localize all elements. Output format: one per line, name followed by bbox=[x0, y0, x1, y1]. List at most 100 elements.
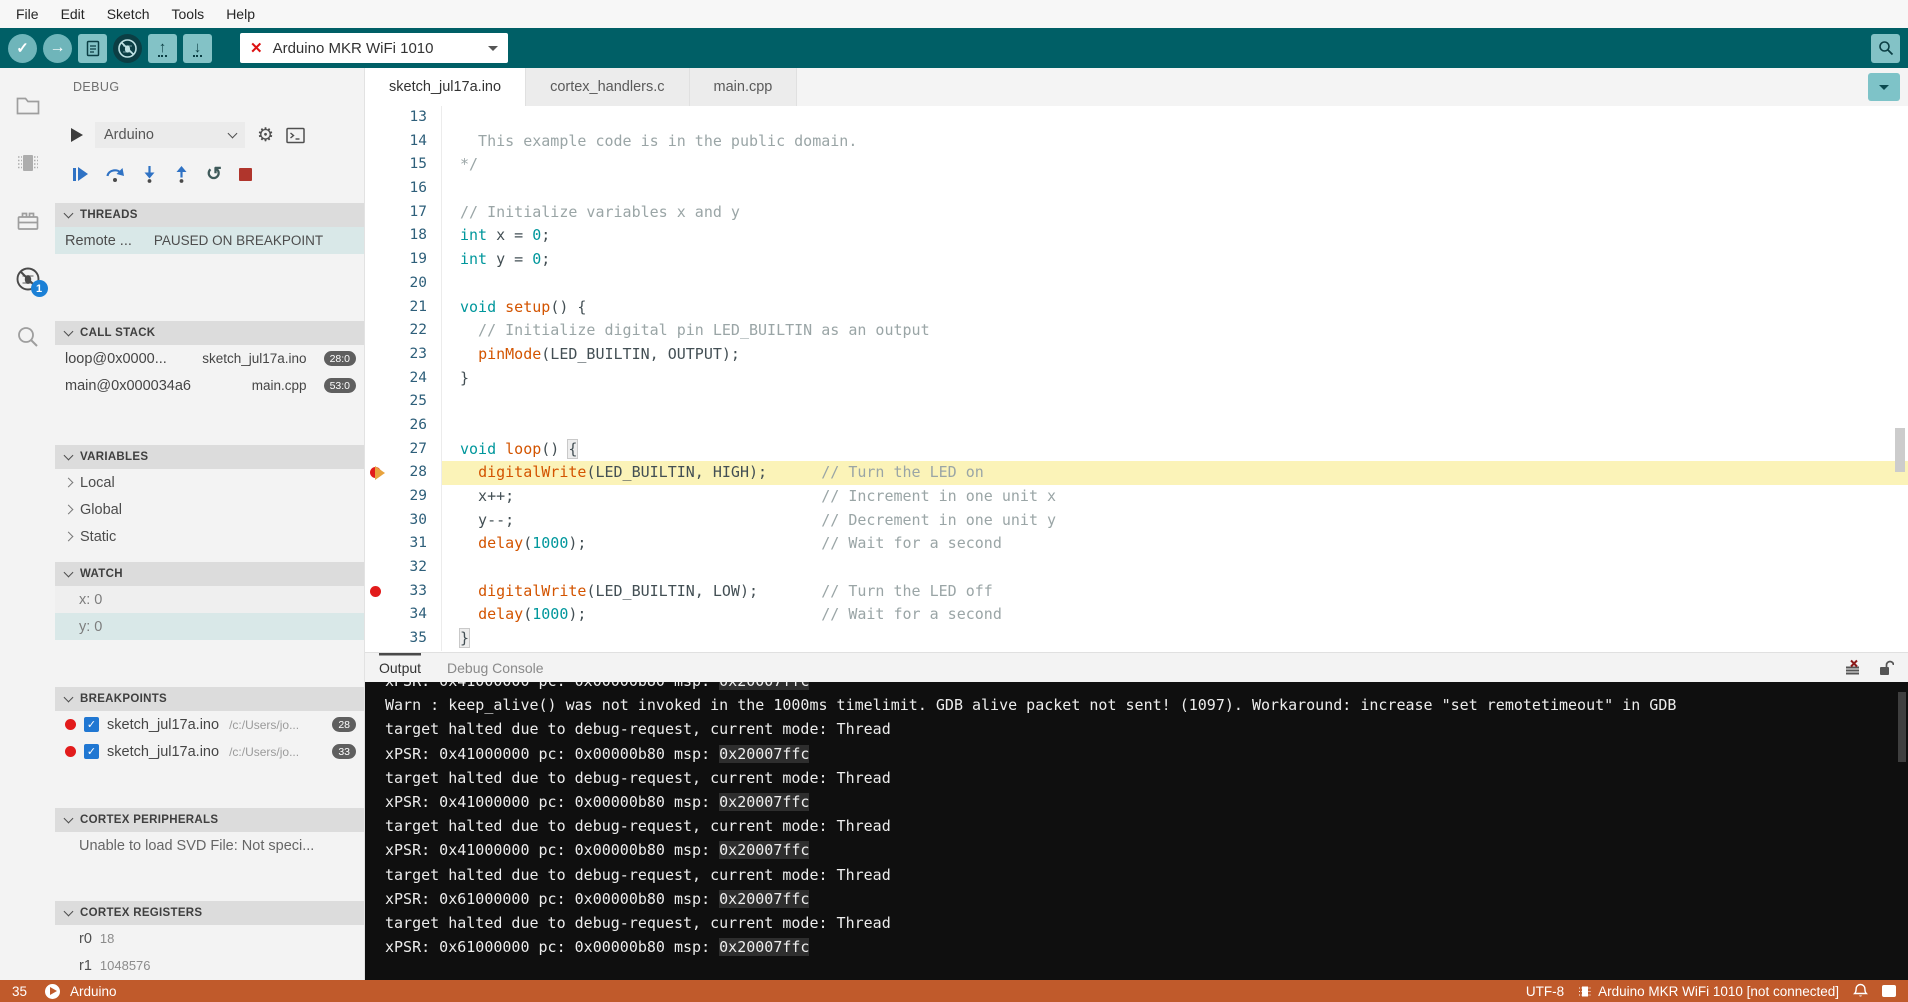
output-panel-tab[interactable]: Debug Console bbox=[447, 653, 544, 683]
variables-section-header[interactable]: VARIABLES bbox=[55, 445, 364, 469]
restart-button[interactable]: ↺ bbox=[206, 165, 222, 184]
board-selector[interactable]: ✕ Arduino MKR WiFi 1010 bbox=[240, 33, 508, 63]
status-app-label[interactable]: Arduino bbox=[70, 984, 117, 999]
output-panel-tab[interactable]: Output bbox=[379, 653, 421, 683]
code-line[interactable]: 27void loop() { bbox=[365, 438, 1908, 462]
code-gutter[interactable] bbox=[365, 532, 389, 556]
code-line[interactable]: 33 digitalWrite(LED_BUILTIN, LOW); // Tu… bbox=[365, 580, 1908, 604]
code-line[interactable]: 32 bbox=[365, 556, 1908, 580]
variables-item[interactable]: Static bbox=[55, 523, 364, 550]
launch-config-select[interactable]: Arduino bbox=[95, 122, 245, 148]
editor-tab[interactable]: sketch_jul17a.ino bbox=[365, 68, 526, 106]
sidebar-item-boards-manager[interactable] bbox=[15, 150, 41, 176]
stop-button[interactable] bbox=[239, 168, 252, 181]
code-line[interactable]: 14 This example code is in the public do… bbox=[365, 130, 1908, 154]
threads-section-header[interactable]: THREADS bbox=[55, 203, 364, 227]
code-gutter[interactable] bbox=[365, 272, 389, 296]
code-line[interactable]: 20 bbox=[365, 272, 1908, 296]
code-gutter[interactable] bbox=[365, 438, 389, 462]
continue-button[interactable] bbox=[73, 167, 88, 181]
editor-tab[interactable]: cortex_handlers.c bbox=[526, 68, 689, 106]
verify-button[interactable]: ✓ bbox=[8, 34, 37, 63]
step-out-button[interactable] bbox=[174, 165, 189, 183]
code-gutter[interactable] bbox=[365, 414, 389, 438]
code-gutter[interactable] bbox=[365, 248, 389, 272]
export-button[interactable]: ↑ bbox=[148, 34, 177, 63]
status-encoding[interactable]: UTF-8 bbox=[1526, 984, 1564, 999]
watch-section-header[interactable]: WATCH bbox=[55, 562, 364, 586]
code-gutter[interactable] bbox=[365, 130, 389, 154]
code-gutter[interactable] bbox=[365, 201, 389, 225]
status-board[interactable]: Arduino MKR WiFi 1010 [not connected] bbox=[1578, 984, 1839, 999]
sidebar-item-library-manager[interactable] bbox=[15, 208, 41, 234]
callstack-section-header[interactable]: CALL STACK bbox=[55, 321, 364, 345]
status-line-number[interactable]: 35 bbox=[12, 984, 27, 999]
code-line[interactable]: 13 bbox=[365, 106, 1908, 130]
variables-item[interactable]: Local bbox=[55, 469, 364, 496]
code-line[interactable]: 34 delay(1000); // Wait for a second bbox=[365, 603, 1908, 627]
code-line[interactable]: 22 // Initialize digital pin LED_BUILTIN… bbox=[365, 319, 1908, 343]
code-line[interactable]: 21void setup() { bbox=[365, 296, 1908, 320]
code-line[interactable]: 19int y = 0; bbox=[365, 248, 1908, 272]
debug-toolbar-button[interactable] bbox=[113, 34, 142, 63]
breakpoints-section-header[interactable]: BREAKPOINTS bbox=[55, 687, 364, 711]
sidebar-item-search[interactable] bbox=[15, 324, 41, 350]
gear-icon[interactable]: ⚙ bbox=[257, 126, 274, 145]
cortex-registers-section-header[interactable]: CORTEX REGISTERS bbox=[55, 901, 364, 925]
code-gutter[interactable] bbox=[365, 106, 389, 130]
code-line[interactable]: 30 y--; // Decrement in one unit y bbox=[365, 509, 1908, 533]
code-gutter[interactable] bbox=[365, 319, 389, 343]
code-line[interactable]: 15*/ bbox=[365, 153, 1908, 177]
panel-toggle-icon[interactable] bbox=[1882, 985, 1896, 997]
breakpoint-checkbox[interactable]: ✓ bbox=[84, 744, 99, 759]
code-line[interactable]: 16 bbox=[365, 177, 1908, 201]
editor-tab[interactable]: main.cpp bbox=[690, 68, 798, 106]
callstack-frame[interactable]: main@0x000034a6main.cpp53:0 bbox=[55, 372, 364, 399]
sidebar-item-debug[interactable]: 1 bbox=[15, 266, 41, 292]
code-line[interactable]: 18int x = 0; bbox=[365, 224, 1908, 248]
code-editor[interactable]: 1314 This example code is in the public … bbox=[365, 106, 1908, 652]
code-gutter[interactable] bbox=[365, 603, 389, 627]
code-line[interactable]: 23 pinMode(LED_BUILTIN, OUTPUT); bbox=[365, 343, 1908, 367]
register-item[interactable]: r11048576 bbox=[55, 952, 364, 979]
output-terminal[interactable]: xPSR: 0x41000000 pc: 0x00000b80 msp: 0x2… bbox=[365, 682, 1908, 980]
code-line[interactable]: 28 digitalWrite(LED_BUILTIN, HIGH); // T… bbox=[365, 461, 1908, 485]
bell-icon[interactable] bbox=[1853, 983, 1868, 999]
register-item[interactable]: r018 bbox=[55, 925, 364, 952]
serial-monitor-button[interactable] bbox=[1871, 34, 1900, 63]
code-gutter[interactable] bbox=[365, 367, 389, 391]
watch-item[interactable]: y: 0 bbox=[55, 613, 364, 640]
code-gutter[interactable] bbox=[365, 343, 389, 367]
breakpoint-checkbox[interactable]: ✓ bbox=[84, 717, 99, 732]
code-gutter[interactable] bbox=[365, 461, 389, 485]
clear-output-icon[interactable] bbox=[1843, 659, 1862, 676]
code-line[interactable]: 35} bbox=[365, 627, 1908, 651]
code-line[interactable]: 31 delay(1000); // Wait for a second bbox=[365, 532, 1908, 556]
code-gutter[interactable] bbox=[365, 153, 389, 177]
watch-item[interactable]: x: 0 bbox=[55, 586, 364, 613]
code-gutter[interactable] bbox=[365, 627, 389, 651]
menu-item-edit[interactable]: Edit bbox=[50, 0, 96, 28]
code-line[interactable]: 17// Initialize variables x and y bbox=[365, 201, 1908, 225]
code-line[interactable]: 29 x++; // Increment in one unit x bbox=[365, 485, 1908, 509]
code-line[interactable]: 26 bbox=[365, 414, 1908, 438]
code-gutter[interactable] bbox=[365, 580, 389, 604]
thread-row[interactable]: Remote ... PAUSED ON BREAKPOINT bbox=[55, 227, 364, 254]
code-line[interactable]: 24} bbox=[365, 367, 1908, 391]
code-line[interactable]: 25 bbox=[365, 390, 1908, 414]
toggle-board-panel-button[interactable] bbox=[1868, 73, 1900, 101]
code-gutter[interactable] bbox=[365, 296, 389, 320]
editor-scrollbar[interactable] bbox=[1895, 428, 1905, 472]
sidebar-item-sketchbook[interactable] bbox=[15, 92, 41, 118]
callstack-frame[interactable]: loop@0x0000...sketch_jul17a.ino28:0 bbox=[55, 345, 364, 372]
code-gutter[interactable] bbox=[365, 224, 389, 248]
code-gutter[interactable] bbox=[365, 485, 389, 509]
sketch-file-button[interactable] bbox=[78, 34, 107, 63]
variables-item[interactable]: Global bbox=[55, 496, 364, 523]
menu-item-sketch[interactable]: Sketch bbox=[96, 0, 161, 28]
code-gutter[interactable] bbox=[365, 509, 389, 533]
terminal-scrollbar[interactable] bbox=[1898, 692, 1906, 762]
import-button[interactable]: ↓ bbox=[183, 34, 212, 63]
upload-button[interactable]: → bbox=[43, 34, 72, 63]
unlock-icon[interactable] bbox=[1878, 659, 1894, 676]
